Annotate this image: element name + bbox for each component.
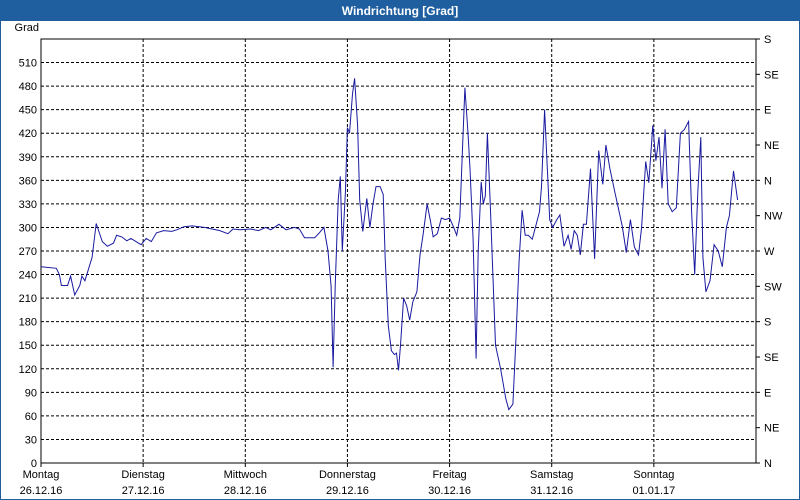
right-axis-label: SW	[764, 281, 782, 293]
y-tick-label: 450	[19, 105, 37, 117]
x-tick-day: Sonntag	[633, 469, 674, 481]
x-tick-day: Montag	[23, 469, 60, 481]
y-tick-label: 90	[25, 387, 37, 399]
grid	[41, 39, 756, 463]
y-tick-label: 120	[19, 364, 37, 376]
y-tick-label: 30	[25, 434, 37, 446]
x-tick-day: Dienstag	[121, 469, 164, 481]
x-tick-date: 31.12.16	[530, 485, 573, 497]
right-axis-label: N	[764, 175, 772, 187]
x-tick-day: Samstag	[530, 469, 573, 481]
y-tick-label: 150	[19, 340, 37, 352]
y-tick-label: 510	[19, 58, 37, 70]
right-axis-label: NE	[764, 140, 779, 152]
series-layer	[40, 78, 739, 411]
right-axis-label: S	[764, 34, 771, 46]
right-axis-label: E	[764, 105, 771, 117]
x-tick-date: 28.12.16	[224, 485, 267, 497]
right-axis-label: E	[764, 387, 771, 399]
chart-window: Windrichtung [Grad] 0 30 60 90 120 150 180 210 2…	[0, 0, 800, 500]
x-tick-day: Donnerstag	[319, 469, 376, 481]
y-tick-label: 420	[19, 128, 37, 140]
x-tick-date: 27.12.16	[122, 485, 165, 497]
y-axis-label: Grad	[15, 22, 39, 34]
wind-direction-chart: 0306090120150180210240270300330360390420…	[15, 22, 783, 497]
right-axis-label: SE	[764, 352, 779, 364]
right-axis-label: NE	[764, 423, 779, 435]
y-tick-label: 390	[19, 152, 37, 164]
axis-labels: 0306090120150180210240270300330360390420…	[15, 22, 783, 497]
x-tick-date: 01.01.17	[632, 485, 675, 497]
y-tick-label: 210	[19, 293, 37, 305]
right-axis-label: W	[764, 246, 775, 258]
y-tick-label: 330	[19, 199, 37, 211]
y-tick-label: 240	[19, 270, 37, 282]
x-tick-day: Mittwoch	[224, 469, 267, 481]
y-tick-label: 360	[19, 175, 37, 187]
right-axis-label: SE	[764, 69, 779, 81]
y-tick-label: 270	[19, 246, 37, 258]
y-tick-label: 480	[19, 81, 37, 93]
x-tick-date: 26.12.16	[20, 485, 63, 497]
y-tick-label: 60	[25, 411, 37, 423]
x-tick-day: Freitag	[432, 469, 466, 481]
right-axis-label: N	[764, 458, 772, 470]
right-axis-label: S	[764, 317, 771, 329]
x-tick-date: 29.12.16	[326, 485, 369, 497]
x-tick-date: 30.12.16	[428, 485, 471, 497]
y-tick-label: 180	[19, 317, 37, 329]
right-axis-label: NW	[764, 211, 783, 223]
series-line-wind-direction	[40, 78, 739, 411]
y-tick-label: 300	[19, 222, 37, 234]
